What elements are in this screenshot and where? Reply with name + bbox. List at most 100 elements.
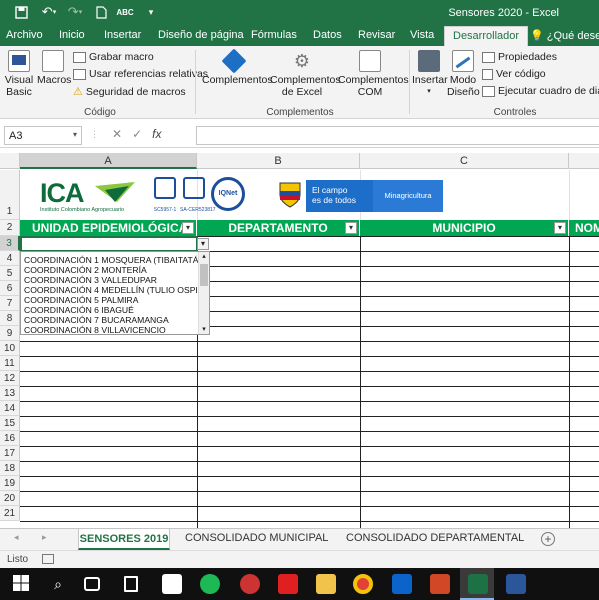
row-header-17[interactable]: 17 — [0, 446, 20, 461]
list-item[interactable]: COORDINACIÓN 8 VILLAVICENCIO — [24, 325, 199, 335]
column-header-b[interactable]: B — [197, 153, 360, 169]
scroll-down-icon[interactable]: ▾ — [199, 325, 209, 334]
tab-datos[interactable]: Datos — [313, 29, 342, 41]
add-sheet-icon[interactable]: + — [541, 532, 555, 546]
paint-icon[interactable] — [240, 574, 260, 594]
row-header-19[interactable]: 19 — [0, 476, 20, 491]
macro-record-status-icon[interactable] — [42, 554, 54, 564]
spelling-icon[interactable]: ABC — [116, 3, 134, 21]
row-header-10[interactable]: 10 — [0, 341, 20, 356]
tab-formulas[interactable]: Fórmulas — [251, 29, 297, 41]
row-header-9[interactable]: 9 — [0, 326, 20, 341]
new-document-icon[interactable] — [92, 3, 110, 21]
list-item[interactable]: COORDINACIÓN 6 IBAGUÉ — [24, 305, 199, 315]
row-header-3[interactable]: 3 — [0, 236, 20, 251]
save-icon[interactable] — [12, 3, 30, 21]
propiedades-button[interactable]: Propiedades — [482, 51, 557, 63]
filter-dropdown-icon[interactable]: ▾ — [182, 222, 194, 234]
tab-vista[interactable]: Vista — [410, 29, 434, 41]
calculator-icon[interactable] — [162, 574, 182, 594]
tab-diseno-pagina[interactable]: Diseño de página — [158, 29, 244, 41]
complementos-button[interactable]: Complementos — [202, 48, 273, 86]
row-header-13[interactable]: 13 — [0, 386, 20, 401]
list-item[interactable]: COORDINACIÓN 2 MONTERÍA — [24, 265, 199, 275]
scroll-up-icon[interactable]: ▴ — [199, 252, 209, 261]
list-item[interactable]: COORDINACIÓN 3 VALLEDUPAR — [24, 275, 199, 285]
sheet-tab-consolidado-municipal[interactable]: CONSOLIDADO MUNICIPAL — [185, 532, 328, 544]
formula-input[interactable] — [196, 126, 599, 145]
insertar-control-button[interactable]: Insertar ▾ — [412, 50, 448, 98]
spotify-icon[interactable] — [200, 574, 220, 594]
redo-icon[interactable]: ↷ ▾ — [64, 3, 86, 21]
dropdown-scrollbar[interactable]: ▴ ▾ — [198, 252, 209, 334]
visual-basic-button[interactable]: Visual Basic — [4, 50, 34, 98]
referencias-relativas-button[interactable]: Usar referencias relativas — [73, 68, 208, 80]
excel-icon[interactable] — [468, 574, 488, 594]
seguridad-macros-button[interactable]: ⚠ Seguridad de macros — [73, 85, 186, 99]
drag-handle-icon[interactable]: ⋮ — [90, 129, 99, 140]
column-header-d[interactable] — [569, 153, 599, 169]
sheet-tab-sensores-2019[interactable]: SENSORES 2019 — [78, 529, 170, 550]
chrome-icon[interactable] — [353, 574, 373, 594]
scroll-sheets-left-icon[interactable]: ◂ — [14, 532, 19, 543]
active-cell-a3[interactable] — [20, 236, 198, 252]
undo-icon[interactable]: ↶ ▾ — [38, 3, 60, 21]
scroll-sheets-right-icon[interactable]: ▸ — [42, 532, 47, 543]
powerpoint-icon[interactable] — [430, 574, 450, 594]
row-header-8[interactable]: 8 — [0, 311, 20, 326]
header-cell-nombre[interactable]: NOM — [569, 220, 599, 236]
row-header-2[interactable]: 2 — [0, 220, 20, 236]
select-all-button[interactable] — [0, 153, 20, 169]
task-view-icon[interactable] — [84, 577, 100, 591]
complementos-excel-button[interactable]: ⚙ Complementos de Excel — [270, 50, 341, 98]
row-header-5[interactable]: 5 — [0, 266, 20, 281]
list-item[interactable]: COORDINACIÓN 4 MEDELLÍN (TULIO OSPINA) — [24, 285, 199, 295]
row-header-12[interactable]: 12 — [0, 371, 20, 386]
row-header-7[interactable]: 7 — [0, 296, 20, 311]
macros-button[interactable]: Macros — [37, 50, 71, 86]
tab-inicio[interactable]: Inicio — [59, 29, 85, 41]
filter-dropdown-icon[interactable]: ▾ — [345, 222, 357, 234]
tab-insertar[interactable]: Insertar — [104, 29, 141, 41]
filter-dropdown-icon[interactable]: ▾ — [554, 222, 566, 234]
header-cell-departamento[interactable]: DEPARTAMENTO ▾ — [197, 220, 360, 236]
header-cell-unidad[interactable]: UNIDAD EPIDEMIOLÓGICA ▾ — [20, 220, 197, 236]
tab-desarrollador[interactable]: Desarrollador — [444, 26, 529, 46]
modo-diseno-button[interactable]: Modo Diseño — [447, 50, 480, 98]
pdf-reader-icon[interactable] — [278, 574, 298, 594]
search-icon[interactable]: ⌕ — [48, 574, 68, 594]
grabar-macro-button[interactable]: Grabar macro — [73, 51, 154, 63]
validation-dropdown-list[interactable]: COORDINACIÓN 1 MOSQUERA (TIBAITATÁ) COOR… — [20, 251, 210, 335]
list-item[interactable]: COORDINACIÓN 5 PALMIRA — [24, 295, 199, 305]
row-header-6[interactable]: 6 — [0, 281, 20, 296]
tab-archivo[interactable]: Archivo — [6, 29, 43, 41]
row-header-11[interactable]: 11 — [0, 356, 20, 371]
word-icon[interactable] — [506, 574, 526, 594]
validation-dropdown-icon[interactable]: ▾ — [197, 238, 209, 250]
enter-icon[interactable]: ✓ — [132, 127, 152, 141]
sheet-tab-consolidado-departamental[interactable]: CONSOLIDADO DEPARTAMENTAL — [346, 532, 524, 544]
row-header-1[interactable]: 1 — [0, 170, 20, 220]
scroll-thumb[interactable] — [200, 264, 208, 286]
complementos-com-button[interactable]: Complementos COM — [338, 50, 409, 98]
tell-me-box[interactable]: 💡 ¿Qué desea ha — [530, 29, 599, 42]
column-header-a[interactable]: A — [20, 153, 197, 169]
outlook-icon[interactable] — [392, 574, 412, 594]
tab-revisar[interactable]: Revisar — [358, 29, 395, 41]
row-header-14[interactable]: 14 — [0, 401, 20, 416]
tablet-icon[interactable] — [124, 576, 138, 592]
worksheet-grid[interactable]: A B C 1 2 3 4 5 6 7 8 9 10 11 12 13 14 1… — [0, 150, 599, 528]
file-explorer-icon[interactable] — [316, 574, 336, 594]
insert-function-icon[interactable]: fx — [152, 127, 161, 141]
row-header-20[interactable]: 20 — [0, 491, 20, 506]
list-item[interactable]: COORDINACIÓN 1 MOSQUERA (TIBAITATÁ) — [24, 255, 199, 265]
list-item[interactable]: COORDINACIÓN 7 BUCARAMANGA — [24, 315, 199, 325]
header-cell-municipio[interactable]: MUNICIPIO ▾ — [360, 220, 569, 236]
windows-start-icon[interactable] — [12, 574, 32, 594]
row-header-16[interactable]: 16 — [0, 431, 20, 446]
row-header-4[interactable]: 4 — [0, 251, 20, 266]
name-box[interactable]: A3 ▾ — [4, 126, 82, 145]
ejecutar-cuadro-button[interactable]: Ejecutar cuadro de diálog — [482, 85, 599, 97]
ver-codigo-button[interactable]: Ver código — [482, 68, 546, 80]
column-header-c[interactable]: C — [360, 153, 569, 169]
